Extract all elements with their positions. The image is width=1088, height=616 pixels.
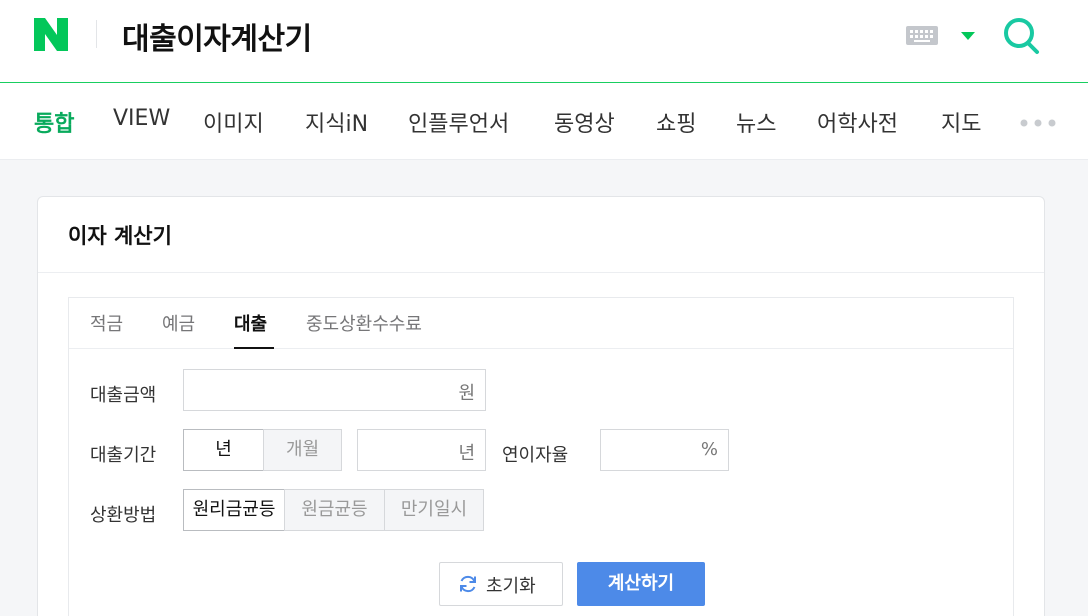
calculator-tabs: 적금 예금 대출 중도상환수수료 — [69, 298, 1013, 349]
tab-loan[interactable]: 대출 — [234, 310, 267, 336]
tab-dictionary[interactable]: 어학사전 — [817, 106, 898, 138]
interest-rate-unit: % — [700, 439, 718, 460]
tab-all[interactable]: 통합 — [34, 106, 74, 138]
loan-amount-input[interactable]: 원 — [183, 369, 486, 411]
card-title: 이자 계산기 — [68, 224, 172, 248]
interest-rate-label: 연이자율 — [502, 445, 569, 466]
tab-shopping[interactable]: 쇼핑 — [656, 106, 696, 138]
loan-period-label: 대출기간 — [90, 445, 157, 466]
loan-period-unit: 년 — [458, 443, 475, 464]
repayment-equal-principal-option[interactable]: 원금균등 — [284, 489, 385, 531]
more-icon[interactable] — [1020, 119, 1056, 127]
loan-amount-label: 대출금액 — [90, 385, 157, 406]
calculator-panel: 적금 예금 대출 중도상환수수료 대출금액 원 대출기간 년 개월 년 연이자율… — [68, 297, 1014, 616]
loan-amount-unit: 원 — [458, 383, 475, 404]
keyboard-icon[interactable] — [906, 26, 938, 45]
tab-prepayment-fee[interactable]: 중도상환수수료 — [306, 310, 422, 336]
tab-news[interactable]: 뉴스 — [736, 106, 776, 138]
interest-rate-input[interactable]: % — [600, 429, 729, 471]
reset-button[interactable]: 초기화 — [439, 562, 563, 606]
search-icon[interactable] — [1002, 16, 1042, 56]
repayment-method-label: 상환방법 — [90, 505, 157, 526]
autocomplete-toggle-icon[interactable] — [960, 31, 976, 41]
tab-installment-savings[interactable]: 적금 — [90, 310, 123, 336]
search-tabs: 통합 VIEW 이미지 지식iN 인플루언서 동영상 쇼핑 뉴스 어학사전 지도 — [0, 83, 1088, 160]
interest-calculator-card: 이자 계산기 적금 예금 대출 중도상환수수료 대출금액 원 대출기간 년 개월… — [37, 196, 1045, 616]
naver-logo-icon[interactable] — [34, 18, 68, 51]
refresh-icon — [460, 575, 476, 593]
repayment-maturity-option[interactable]: 만기일시 — [384, 489, 484, 531]
calculate-button[interactable]: 계산하기 — [577, 562, 705, 606]
search-header: 대출이자계산기 — [0, 0, 1088, 83]
period-year-option[interactable]: 년 — [183, 429, 264, 471]
tab-influencer[interactable]: 인플루언서 — [408, 106, 509, 138]
tab-map[interactable]: 지도 — [941, 106, 981, 138]
repayment-equal-installment-option[interactable]: 원리금균등 — [183, 489, 285, 531]
loan-period-input[interactable]: 년 — [357, 429, 486, 471]
tab-deposit[interactable]: 예금 — [162, 310, 195, 336]
tab-view[interactable]: VIEW — [113, 106, 170, 131]
reset-button-label: 초기화 — [486, 576, 536, 597]
period-month-option[interactable]: 개월 — [263, 429, 342, 471]
logo-divider — [96, 20, 97, 48]
search-query[interactable]: 대출이자계산기 — [122, 14, 312, 58]
card-header: 이자 계산기 — [38, 197, 1044, 273]
tab-images[interactable]: 이미지 — [203, 106, 264, 138]
tab-kin[interactable]: 지식iN — [305, 106, 368, 138]
tab-video[interactable]: 동영상 — [554, 106, 615, 138]
active-tab-indicator — [234, 347, 274, 349]
